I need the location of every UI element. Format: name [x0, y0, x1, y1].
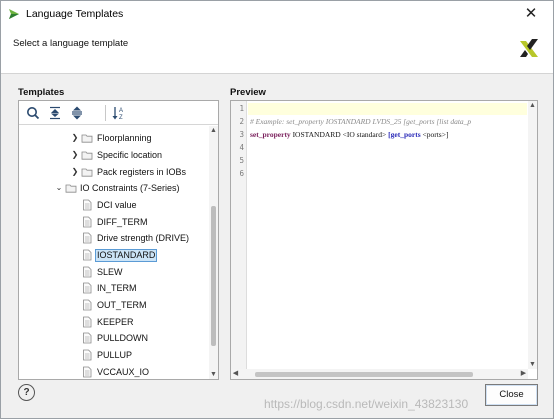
tree-item-label: Drive strength (DRIVE) — [97, 233, 190, 243]
code-keyword: set_property — [250, 130, 291, 139]
file-icon — [83, 349, 92, 361]
line-number: 4 — [239, 143, 244, 152]
tree-item-pulldown[interactable]: PULLDOWN — [19, 330, 209, 347]
tree-scroll-thumb[interactable] — [211, 206, 216, 346]
tree-item-label: KEEPER — [97, 317, 134, 327]
language-templates-dialog: Language Templates ✕ Select a language t… — [0, 0, 554, 419]
tree-item-label: Pack registers in IOBs — [97, 167, 187, 177]
tree-item-floorplanning[interactable]: ❯ Floorplanning — [19, 130, 209, 147]
tree-vertical-scrollbar[interactable]: ▲ ▼ — [209, 126, 218, 379]
file-icon — [83, 216, 92, 228]
templates-toolbar: A Z — [19, 101, 218, 125]
tree-item-pack-registers[interactable]: ❯ Pack registers in IOBs — [19, 164, 209, 181]
scroll-right-arrow-icon[interactable]: ▶ — [519, 369, 528, 379]
file-icon — [83, 332, 92, 344]
tree-item-label: Specific location — [97, 150, 163, 160]
tree-item-label: PULLUP — [97, 350, 133, 360]
chevron-right-icon[interactable]: ❯ — [70, 150, 80, 160]
line-number: 3 — [239, 130, 244, 139]
file-icon — [83, 299, 92, 311]
scroll-down-arrow-icon[interactable]: ▼ — [528, 360, 537, 369]
preview-vertical-scrollbar[interactable]: ▲ ▼ — [528, 101, 537, 369]
tree-item-dci-value[interactable]: DCI value — [19, 197, 209, 214]
tree-item-diff-term[interactable]: DIFF_TERM — [19, 214, 209, 231]
preview-hscroll-thumb[interactable] — [255, 372, 473, 377]
tree-item-label: DCI value — [97, 200, 137, 210]
folder-icon — [81, 151, 93, 160]
xilinx-logo-icon — [520, 39, 538, 57]
preview-panel: 1 2 3 4 5 6 # Example: set_property IOST… — [230, 100, 538, 380]
tree-item-drive-strength[interactable]: Drive strength (DRIVE) — [19, 230, 209, 247]
code-text: IOSTANDARD <IO standard> — [290, 130, 389, 139]
tree-item-vccaux-io[interactable]: VCCAUX_IO — [19, 364, 209, 379]
tree-item-pullup[interactable]: PULLUP — [19, 347, 209, 364]
watermark-text: https://blog.csdn.net/weixin_43823130 — [264, 397, 469, 411]
file-icon — [83, 249, 92, 261]
tree-item-keeper[interactable]: KEEPER — [19, 314, 209, 331]
dialog-header: Select a language template — [1, 28, 553, 74]
code-line-command: set_property IOSTANDARD <IO standard> [g… — [250, 130, 448, 139]
preview-label: Preview — [230, 87, 266, 98]
tree-item-in-term[interactable]: IN_TERM — [19, 280, 209, 297]
expand-all-icon[interactable] — [69, 105, 85, 121]
code-text: <ports>] — [420, 130, 449, 139]
tree-item-label: OUT_TERM — [97, 300, 147, 310]
tree-item-label-selected: IOSTANDARD — [95, 249, 158, 262]
file-icon — [83, 282, 92, 294]
vivado-app-icon — [9, 9, 19, 19]
file-icon — [83, 316, 92, 328]
window-title: Language Templates — [26, 8, 124, 20]
toolbar-separator — [105, 105, 106, 121]
templates-panel: A Z ❯ Floorplanning ❯ Specific location … — [18, 100, 219, 380]
scroll-up-arrow-icon[interactable]: ▲ — [209, 126, 218, 135]
tree-item-label: IO Constraints (7-Series) — [80, 183, 180, 193]
tree-item-io-constraints[interactable]: ⌄ IO Constraints (7-Series) — [19, 180, 209, 197]
tree-item-label: PULLDOWN — [97, 333, 149, 343]
line-number: 1 — [239, 104, 244, 113]
scroll-left-arrow-icon[interactable]: ◀ — [231, 369, 240, 379]
tree-item-label: IN_TERM — [97, 283, 137, 293]
preview-horizontal-scrollbar[interactable]: ◀ ▶ — [231, 369, 528, 379]
svg-text:Z: Z — [119, 115, 123, 121]
close-button[interactable]: Close — [485, 384, 538, 406]
current-line-highlight — [248, 103, 527, 115]
templates-label: Templates — [18, 87, 65, 98]
dialog-subtitle: Select a language template — [13, 38, 129, 49]
svg-text:A: A — [119, 108, 123, 114]
file-icon — [83, 366, 92, 378]
scroll-up-arrow-icon[interactable]: ▲ — [528, 101, 537, 110]
line-number: 5 — [239, 156, 244, 165]
templates-tree: ❯ Floorplanning ❯ Specific location ❯ Pa… — [19, 126, 209, 379]
tree-item-label: DIFF_TERM — [97, 217, 148, 227]
file-icon — [83, 199, 92, 211]
tree-item-label: Floorplanning — [97, 133, 152, 143]
tree-item-label: VCCAUX_IO — [97, 367, 150, 377]
tree-item-label: SLEW — [97, 267, 123, 277]
file-icon — [83, 266, 92, 278]
file-icon — [83, 232, 92, 244]
tree-item-iostandard[interactable]: IOSTANDARD — [19, 247, 209, 264]
code-keyword: [get_ports — [388, 130, 421, 139]
scroll-down-arrow-icon[interactable]: ▼ — [209, 370, 218, 379]
chevron-right-icon[interactable]: ❯ — [70, 167, 80, 177]
window-close-button[interactable]: ✕ — [513, 3, 549, 25]
title-bar[interactable]: Language Templates ✕ — [1, 1, 553, 28]
chevron-right-icon[interactable]: ❯ — [70, 133, 80, 143]
folder-icon — [81, 134, 93, 143]
chevron-down-icon[interactable]: ⌄ — [54, 183, 64, 193]
collapse-all-icon[interactable] — [47, 105, 63, 121]
search-icon[interactable] — [25, 105, 41, 121]
tree-item-out-term[interactable]: OUT_TERM — [19, 297, 209, 314]
sort-icon[interactable]: A Z — [111, 105, 127, 121]
folder-open-icon — [65, 184, 77, 193]
tree-item-slew[interactable]: SLEW — [19, 264, 209, 281]
line-number-gutter: 1 2 3 4 5 6 — [231, 101, 247, 369]
line-number: 2 — [239, 117, 244, 126]
help-button[interactable]: ? — [18, 384, 35, 401]
folder-icon — [81, 168, 93, 177]
tree-item-specific-location[interactable]: ❯ Specific location — [19, 147, 209, 164]
line-number: 6 — [239, 169, 244, 178]
code-line-comment: # Example: set_property IOSTANDARD LVDS_… — [250, 117, 472, 126]
